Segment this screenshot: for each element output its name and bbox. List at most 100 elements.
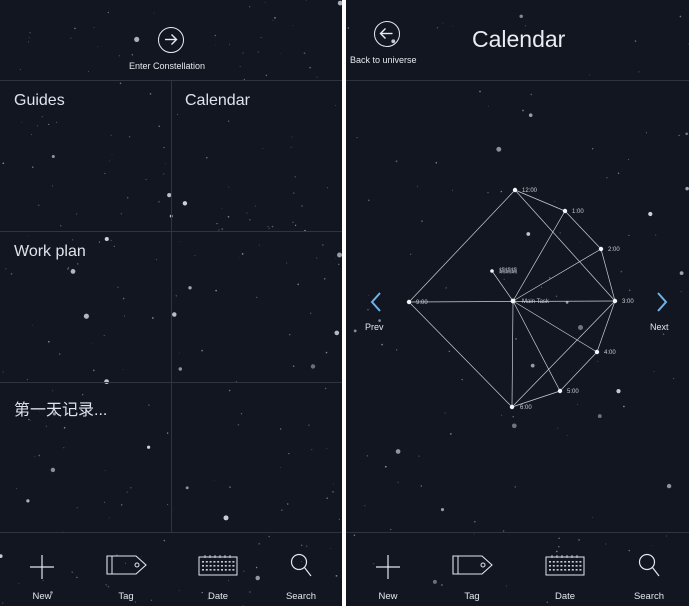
node-9[interactable] (406, 299, 412, 305)
search-icon (290, 553, 312, 577)
node-3[interactable] (612, 298, 618, 304)
star (70, 37, 72, 39)
cell-title: Guides (14, 92, 65, 109)
star (0, 554, 3, 558)
star (87, 70, 89, 72)
tag-icon (106, 555, 147, 575)
enter-constellation-button[interactable] (158, 27, 184, 53)
new-label: New (378, 591, 398, 602)
constellation-cell-empty[interactable] (172, 232, 342, 382)
star (260, 37, 262, 38)
star (268, 535, 271, 538)
star (249, 6, 251, 8)
date-label: Date (207, 591, 229, 602)
star (97, 46, 99, 48)
star (28, 41, 30, 43)
date-label: Date (554, 591, 576, 602)
node-label: 6:00 (520, 405, 532, 411)
chevron-right-icon (657, 292, 668, 312)
star (258, 543, 260, 545)
node-label: 1:00 (572, 209, 584, 215)
calendar-icon (545, 555, 585, 576)
star (134, 36, 140, 42)
node-extra[interactable] (490, 269, 494, 273)
node-5[interactable] (557, 388, 563, 394)
node-main-task[interactable] (510, 298, 516, 304)
star (214, 34, 217, 37)
constellation-cell-empty[interactable] (172, 383, 342, 532)
node-12[interactable] (512, 187, 518, 193)
star (337, 0, 342, 6)
tag-button[interactable]: Tag (96, 545, 156, 605)
star (292, 25, 294, 26)
star (131, 54, 133, 56)
star (19, 69, 21, 71)
star (316, 76, 318, 78)
extra-node-label: 鍋鍋鍋 (499, 267, 517, 275)
enter-constellation-label: Enter Constellation (129, 61, 206, 71)
star (335, 575, 338, 577)
next-label: Next (650, 322, 669, 332)
chevron-left-icon (370, 292, 381, 312)
star (107, 11, 109, 14)
star (74, 27, 76, 30)
date-button[interactable]: Date (535, 545, 595, 605)
next-button[interactable] (647, 285, 677, 325)
calendar-icon (198, 555, 238, 576)
calendar-constellation: 12:00 1:00 2:00 3:00 4:00 5:00 6:00 9:00… (406, 187, 634, 411)
prev-label: Prev (365, 322, 384, 332)
node-2[interactable] (598, 246, 604, 252)
node-6[interactable] (509, 404, 515, 410)
new-button[interactable]: New (358, 545, 418, 605)
node-1[interactable] (562, 208, 568, 214)
star (215, 44, 217, 46)
prev-button[interactable] (361, 285, 391, 325)
star (153, 12, 155, 14)
node-4[interactable] (594, 349, 600, 355)
calendar-screen: Back to universe Calendar 12:00 1:00 2:0… (346, 0, 689, 606)
date-button[interactable]: Date (188, 545, 248, 605)
new-button[interactable]: New (12, 545, 72, 605)
star (76, 576, 78, 579)
search-icon (638, 553, 660, 577)
star (255, 575, 260, 581)
plus-icon (30, 555, 54, 579)
star (178, 589, 180, 591)
tag-icon (452, 555, 493, 575)
cell-title: Calendar (185, 92, 250, 109)
new-label: New (32, 591, 52, 602)
search-button[interactable]: Search (619, 545, 679, 605)
star (28, 37, 30, 39)
star (29, 32, 31, 34)
star (239, 65, 241, 67)
cell-title: 第一天记录... (14, 402, 108, 419)
search-label: Search (633, 591, 665, 602)
constellation-cell-guides[interactable]: Guides (0, 81, 171, 231)
star (264, 2, 266, 3)
constellation-cell-work-plan[interactable]: Work plan (0, 232, 171, 382)
constellation-cell-first-day[interactable]: 第一天记录... (0, 383, 171, 532)
tag-label: Tag (118, 591, 134, 602)
search-button[interactable]: Search (271, 545, 331, 605)
tag-button[interactable]: Tag (442, 545, 502, 605)
constellation-cell-calendar[interactable]: Calendar (172, 81, 342, 231)
star (118, 55, 121, 57)
star (272, 19, 274, 21)
star (303, 52, 306, 54)
star (309, 66, 312, 69)
star (229, 43, 230, 45)
node-label: 12:00 (522, 188, 538, 194)
universe-screen: Enter Constellation Guides Calendar Work… (0, 0, 342, 606)
node-label: 2:00 (608, 247, 620, 253)
star (249, 591, 251, 593)
star (93, 27, 95, 28)
node-label: 5:00 (567, 389, 579, 395)
star (242, 52, 244, 54)
star (280, 53, 282, 54)
star (265, 74, 268, 77)
search-label: Search (285, 591, 317, 602)
star (274, 17, 276, 19)
star (257, 51, 259, 53)
star (2, 602, 4, 604)
star (255, 566, 258, 569)
